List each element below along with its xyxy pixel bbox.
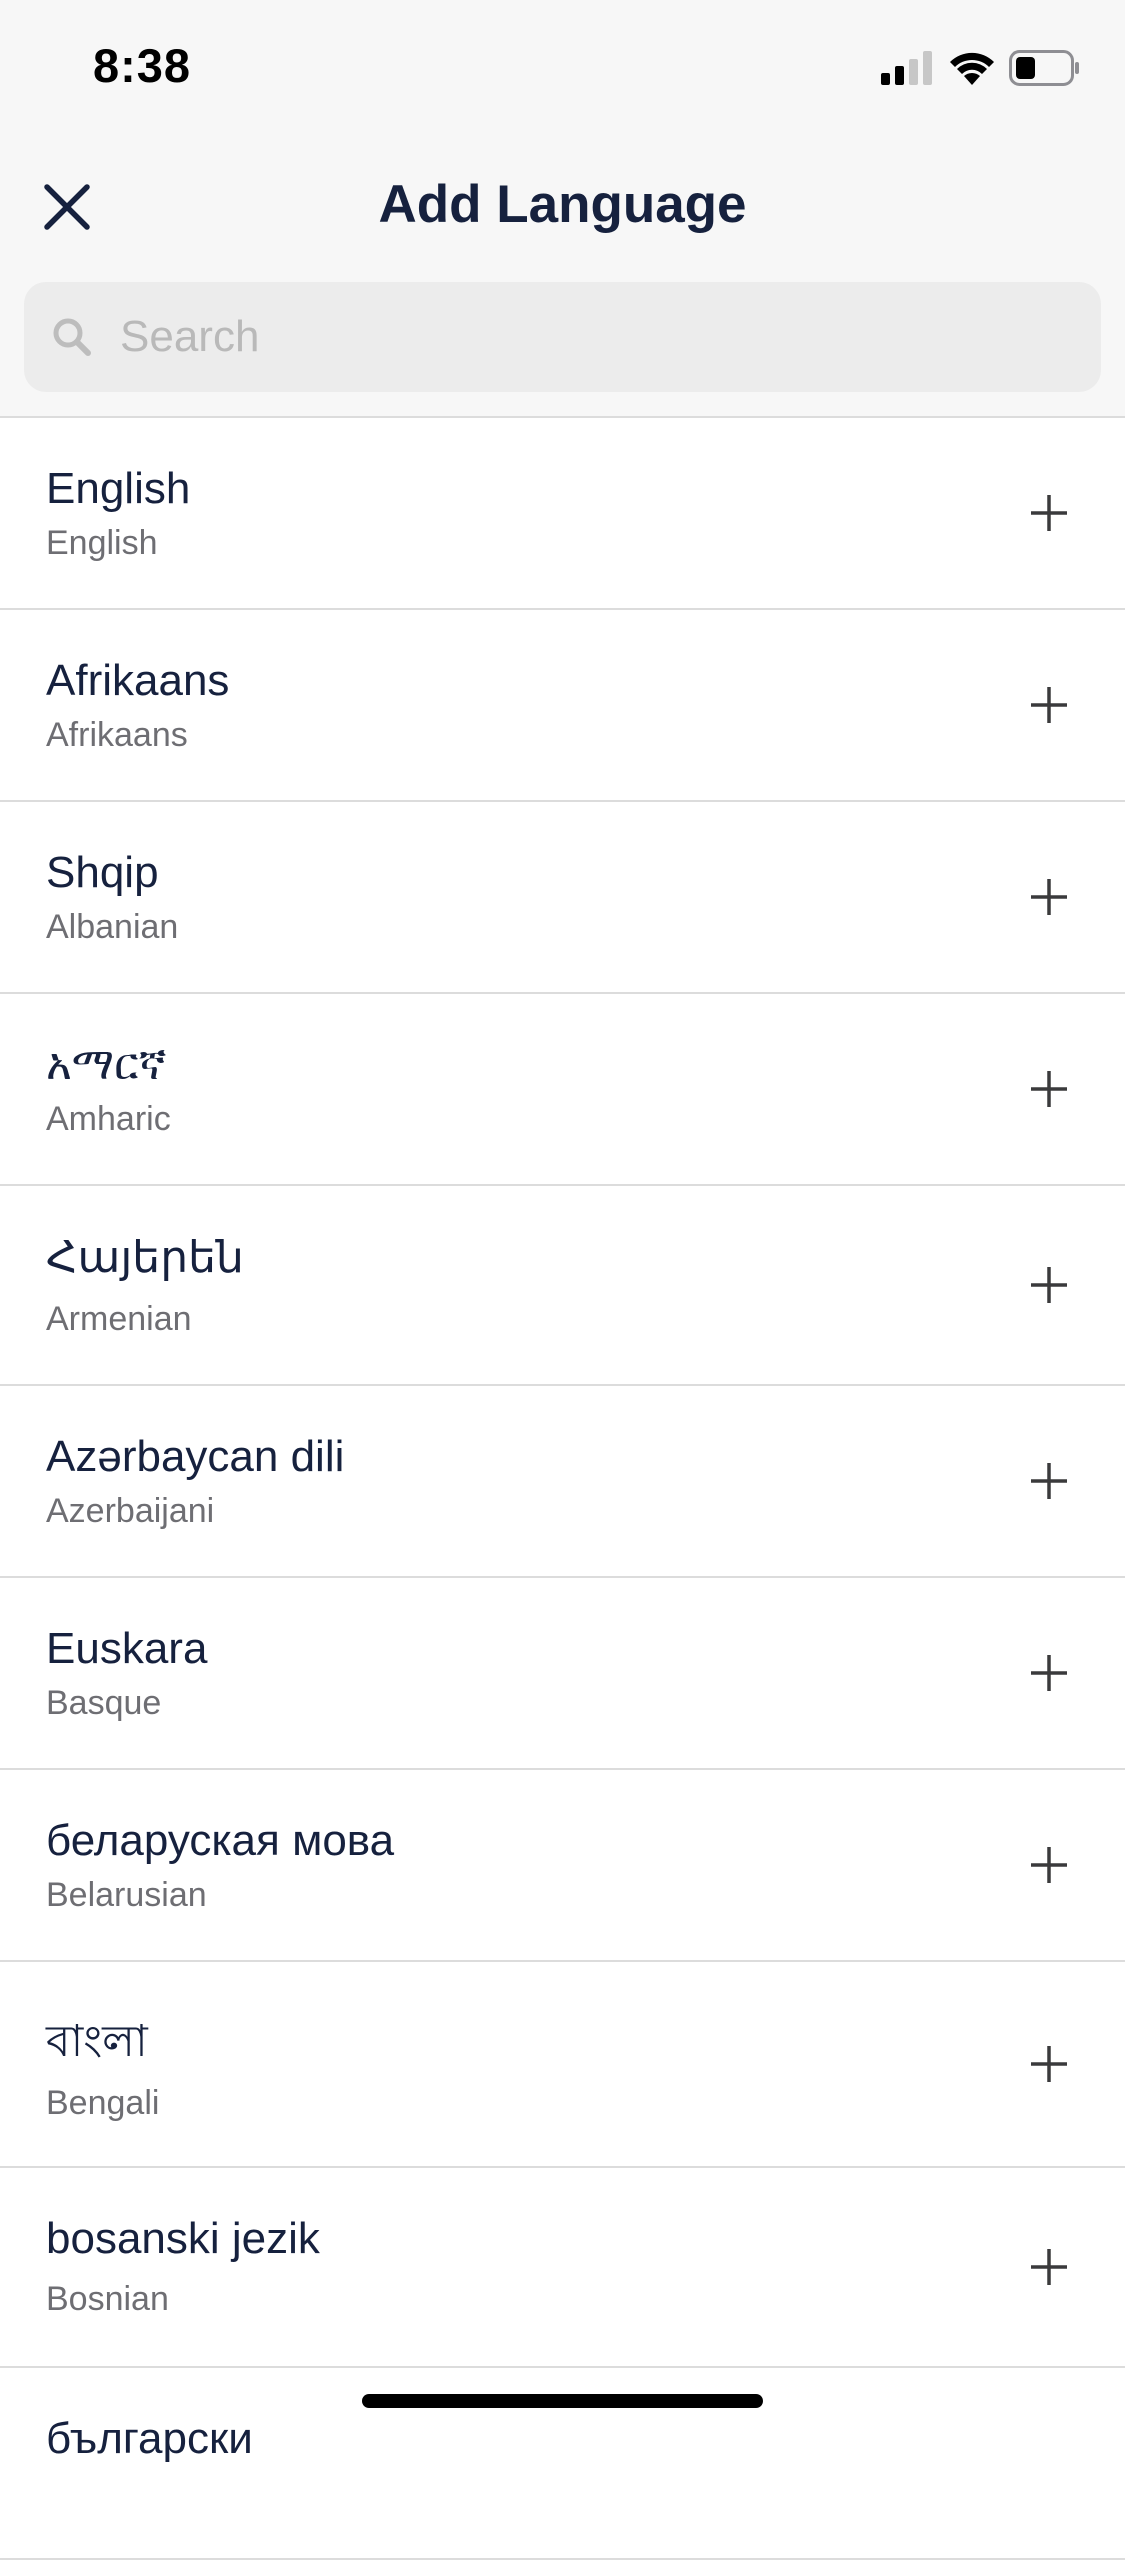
navigation-bar: Add Language [0,160,1125,255]
language-native-name: Euskara [46,1624,208,1673]
language-row-bosnian[interactable]: bosanski jezik Bosnian [0,2168,1125,2368]
cellular-signal-icon [881,51,935,90]
language-native-name: Azərbaycan dili [46,1432,345,1481]
status-time: 8:38 [93,39,192,92]
language-row-english[interactable]: English English [0,418,1125,610]
language-english-name: Afrikaans [46,716,188,754]
language-english-name: Bosnian [46,2280,169,2318]
plus-icon[interactable] [1029,2247,1069,2287]
status-bar: 8:38 [0,0,1125,135]
wifi-icon [949,51,995,90]
language-list: English English Afrikaans Afrikaans Shqi… [0,418,1125,2560]
language-english-name: Belarusian [46,1876,207,1914]
language-native-name: Shqip [46,848,159,897]
home-indicator[interactable] [362,2394,763,2408]
battery-icon [1009,50,1081,91]
search-icon [52,316,94,358]
language-row-afrikaans[interactable]: Afrikaans Afrikaans [0,610,1125,802]
plus-icon[interactable] [1029,1653,1069,1693]
language-english-name: Azerbaijani [46,1492,215,1530]
language-row-basque[interactable]: Euskara Basque [0,1578,1125,1770]
language-native-name: Afrikaans [46,656,230,705]
page-title: Add Language [378,175,747,234]
language-row-bengali[interactable]: বাংলা Bengali [0,1962,1125,2168]
plus-icon[interactable] [1029,1265,1069,1305]
status-icons [881,50,1081,91]
plus-icon[interactable] [1029,1461,1069,1501]
plus-icon[interactable] [1029,1845,1069,1885]
language-native-name: English [46,464,191,513]
language-native-name: bosanski jezik [46,2214,320,2263]
language-english-name: Albanian [46,908,179,946]
language-row-amharic[interactable]: አማርኛ Amharic [0,994,1125,1186]
language-native-name: አማርኛ [46,1040,167,1089]
search-bar[interactable] [24,282,1101,392]
plus-icon[interactable] [1029,2044,1069,2084]
plus-icon[interactable] [1029,1069,1069,1109]
language-english-name: Armenian [46,1300,192,1338]
language-english-name: Amharic [46,1100,171,1138]
language-row-albanian[interactable]: Shqip Albanian [0,802,1125,994]
language-native-name: беларуская мова [46,1816,395,1865]
language-english-name: Bengali [46,2084,160,2122]
language-row-azerbaijani[interactable]: Azərbaycan dili Azerbaijani [0,1386,1125,1578]
language-native-name: български [46,2414,253,2463]
plus-icon[interactable] [1029,685,1069,725]
header-area: 8:38 Add Language Search [0,0,1125,418]
language-english-name: Basque [46,1684,162,1722]
plus-icon[interactable] [1029,493,1069,533]
language-native-name: বাংলা [46,2017,148,2066]
language-row-belarusian[interactable]: беларуская мова Belarusian [0,1770,1125,1962]
language-english-name: English [46,524,158,562]
language-native-name: Հայերեն [46,1233,244,1282]
language-row-armenian[interactable]: Հայերեն Armenian [0,1186,1125,1386]
search-input[interactable] [120,312,1020,362]
plus-icon[interactable] [1029,877,1069,917]
